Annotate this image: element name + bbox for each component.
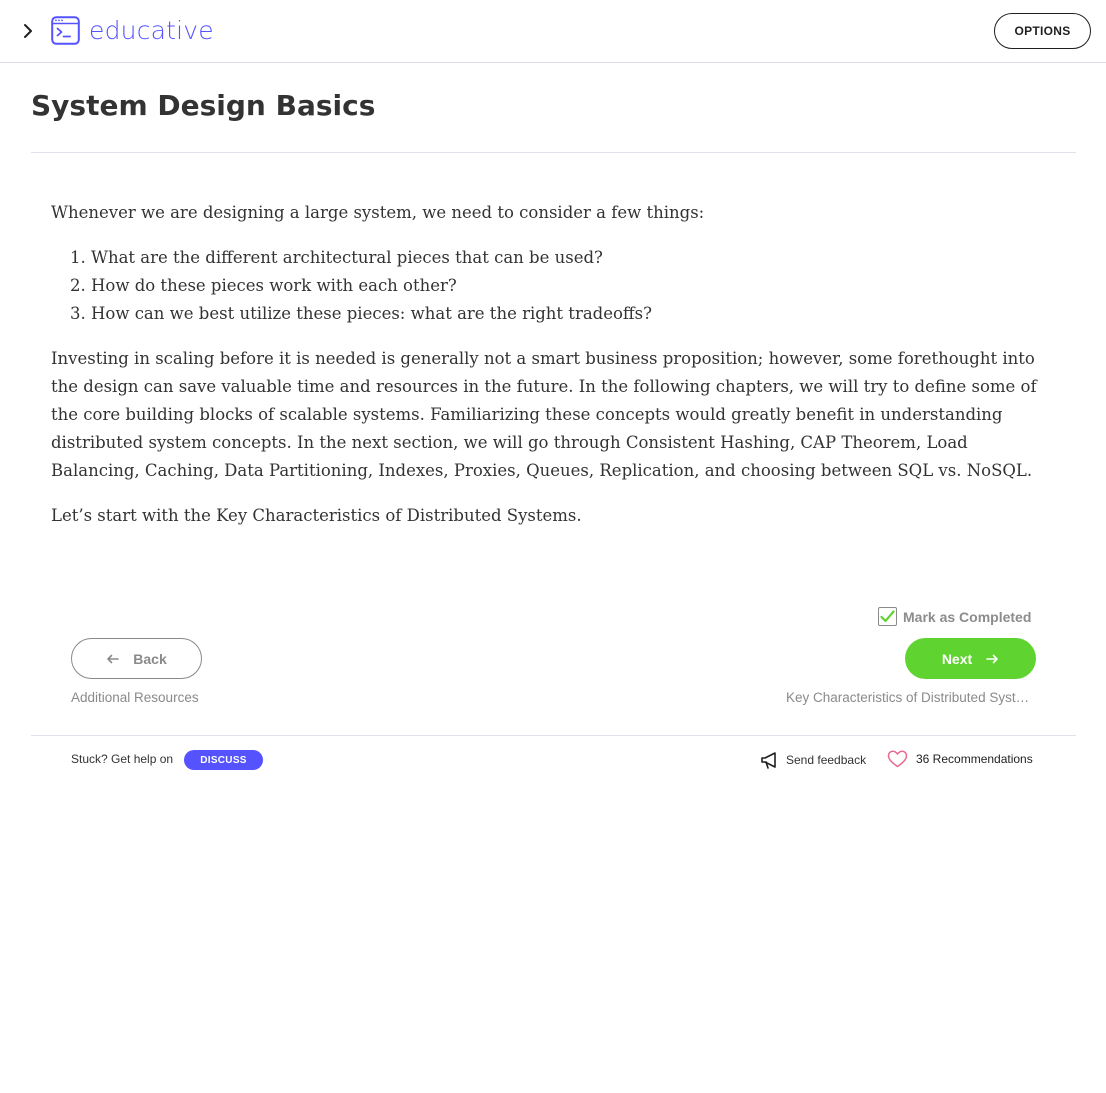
- sidebar-expand-button[interactable]: [18, 20, 38, 42]
- footer-divider: [31, 735, 1076, 736]
- mark-completed-label: Mark as Completed: [903, 608, 1032, 625]
- lesson-content: Whenever we are designing a large system…: [51, 199, 1061, 547]
- help-text: Stuck? Get help on: [71, 752, 174, 766]
- previous-lesson-link[interactable]: Additional Resources: [71, 690, 199, 705]
- back-button-label: Back: [133, 650, 167, 667]
- title-divider: [31, 152, 1076, 153]
- page-title: System Design Basics: [31, 89, 376, 122]
- heart-icon: [887, 750, 908, 768]
- list-item: How can we best utilize these pieces: wh…: [91, 300, 1061, 328]
- send-feedback-button[interactable]: Send feedback: [760, 750, 866, 770]
- recommendations-count: 36 Recommendations: [916, 752, 1033, 766]
- megaphone-icon: [761, 752, 776, 769]
- considerations-list: What are the different architectural pie…: [51, 244, 1061, 328]
- options-button[interactable]: OPTIONS: [994, 13, 1091, 49]
- closing-paragraph: Let’s start with the Key Characteristics…: [51, 506, 582, 525]
- terminal-window-icon: [51, 16, 80, 45]
- next-button[interactable]: Next: [905, 638, 1036, 679]
- next-lesson-link[interactable]: Key Characteristics of Distributed Syste…: [786, 690, 1036, 705]
- next-button-label: Next: [941, 650, 973, 667]
- completed-checkbox[interactable]: [878, 607, 897, 626]
- arrow-right-icon: [986, 654, 998, 663]
- checkmark-icon: [880, 610, 895, 623]
- body-paragraph: Investing in scaling before it is needed…: [51, 349, 1037, 480]
- educative-logo[interactable]: educative: [51, 16, 214, 45]
- send-feedback-label: Send feedback: [786, 753, 867, 767]
- list-item: How do these pieces work with each other…: [91, 272, 1061, 300]
- intro-paragraph: Whenever we are designing a large system…: [51, 203, 705, 222]
- recommendations-button[interactable]: 36 Recommendations: [887, 750, 1033, 768]
- top-bar: educative OPTIONS: [0, 0, 1106, 63]
- discuss-button[interactable]: DISCUSS: [184, 750, 263, 770]
- list-item: What are the different architectural pie…: [91, 244, 1061, 272]
- back-button[interactable]: Back: [71, 638, 202, 679]
- arrow-left-icon: [107, 654, 120, 663]
- chevron-right-icon: [24, 24, 32, 38]
- logo-text: educative: [89, 16, 214, 45]
- mark-completed-toggle[interactable]: Mark as Completed: [878, 607, 1031, 626]
